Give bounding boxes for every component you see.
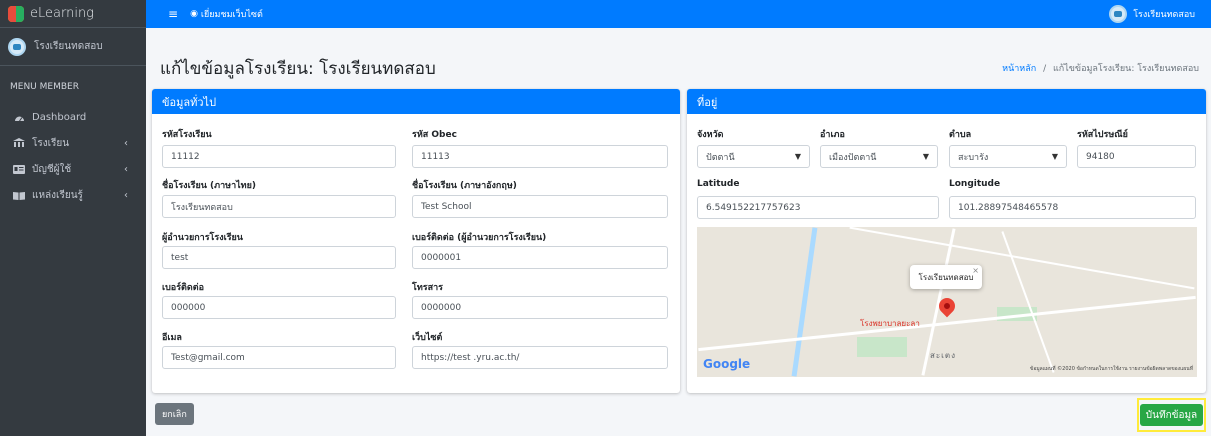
map-road [849, 227, 1195, 290]
latitude-input[interactable] [697, 196, 939, 219]
director-phone-label: เบอร์ติดต่อ (ผู้อำนวยการโรงเรียน) [412, 233, 547, 243]
sidebar-item-learning-resources[interactable]: แหล่งเรียนรู้ ‹ [0, 182, 146, 208]
province-label: จังหวัด [697, 130, 724, 140]
avatar [8, 37, 26, 56]
school-code-input[interactable] [162, 145, 396, 168]
obec-code-input[interactable] [412, 145, 668, 168]
brand[interactable]: eLearning [0, 0, 146, 28]
save-button-highlight: บันทึกข้อมูล [1137, 398, 1206, 432]
save-button[interactable]: บันทึกข้อมูล [1139, 404, 1204, 426]
province-value: ปัตตานี [706, 152, 735, 163]
view-site-label: เยี่ยมชมเว็บไซต์ [200, 10, 263, 20]
breadcrumb-current: แก้ไขข้อมูลโรงเรียน: โรงเรียนทดสอบ [1052, 64, 1199, 74]
director-label: ผู้อำนวยการโรงเรียน [162, 233, 243, 243]
website-input[interactable] [412, 346, 668, 369]
chevron-left-icon: ‹ [124, 137, 128, 149]
latitude-label: Latitude [697, 179, 740, 189]
topbar-user-name: โรงเรียนทดสอบ [1133, 10, 1195, 20]
close-icon[interactable]: × [972, 266, 979, 275]
user-card-icon [12, 164, 26, 174]
sidebar-item-user-accounts[interactable]: บัญชีผู้ใช้ ‹ [0, 156, 146, 182]
fax-label: โทรสาร [412, 283, 443, 293]
google-logo: Google [703, 357, 750, 371]
sidebar: eLearning โรงเรียนทดสอบ MENU MEMBER Dash… [0, 0, 146, 436]
map-road [1001, 231, 1055, 373]
breadcrumb-separator: / [1043, 64, 1047, 74]
longitude-label: Longitude [949, 179, 1001, 189]
director-input[interactable] [162, 246, 396, 269]
postcode-input[interactable] [1077, 145, 1196, 168]
school-icon [12, 138, 26, 148]
map-place-label: สะเตง [930, 351, 957, 360]
postcode-label: รหัสไปรษณีย์ [1077, 130, 1128, 140]
menu-header: MENU MEMBER [10, 82, 79, 92]
breadcrumb-home-link[interactable]: หน้าหลัก [1002, 64, 1036, 74]
sidebar-user-name: โรงเรียนทดสอบ [34, 41, 103, 52]
subdistrict-value: สะบารัง [958, 152, 989, 163]
view-site-link[interactable]: ◉ เยี่ยมชมเว็บไซต์ [190, 7, 263, 21]
map-popup: โรงเรียนทดสอบ × [910, 265, 982, 289]
sidebar-item-school[interactable]: โรงเรียน ‹ [0, 130, 146, 156]
subdistrict-label: ตำบล [949, 130, 972, 140]
page-title: แก้ไขข้อมูลโรงเรียน: โรงเรียนทดสอบ [160, 59, 436, 79]
chevron-down-icon: ▼ [922, 152, 929, 161]
name-en-label: ชื่อโรงเรียน (ภาษาอังกฤษ) [412, 181, 517, 191]
brand-logo-icon [8, 5, 24, 22]
address-heading: ที่อยู่ [687, 89, 1206, 114]
map-popup-label: โรงเรียนทดสอบ [918, 272, 974, 282]
sidebar-user-panel[interactable]: โรงเรียนทดสอบ [0, 28, 146, 66]
brand-name: eLearning [30, 6, 94, 21]
sidebar-item-label: แหล่งเรียนรู้ [32, 189, 83, 201]
chevron-left-icon: ‹ [124, 163, 128, 175]
name-th-input[interactable] [162, 195, 396, 218]
map-river [791, 227, 818, 377]
cancel-button[interactable]: ยกเลิก [155, 403, 194, 425]
sidebar-item-label: บัญชีผู้ใช้ [32, 163, 72, 175]
general-info-heading: ข้อมูลทั่วไป [152, 89, 680, 114]
school-code-label: รหัสโรงเรียน [162, 130, 212, 140]
email-field[interactable] [162, 346, 396, 369]
name-en-input[interactable] [412, 195, 668, 218]
address-card: ที่อยู่ จังหวัด ปัตตานี ▼ อำเภอ เมืองปัต… [687, 89, 1206, 393]
email-label: อีเมล [162, 333, 182, 343]
location-map[interactable]: โรงเรียนทดสอบ × โรงพยาบาลยะลา สะเตง Goog… [697, 227, 1197, 377]
chevron-down-icon: ▼ [794, 152, 801, 161]
topbar-user-menu[interactable]: โรงเรียนทดสอบ [1109, 5, 1195, 23]
fax-input[interactable] [412, 296, 668, 319]
general-info-card: ข้อมูลทั่วไป รหัสโรงเรียน รหัส Obec ชื่อ… [152, 89, 680, 393]
district-value: เมืองปัตตานี [829, 152, 877, 163]
topbar: ≡ ◉ เยี่ยมชมเว็บไซต์ โรงเรียนทดสอบ [146, 0, 1211, 28]
sidebar-item-label: Dashboard [32, 111, 87, 123]
hamburger-icon[interactable]: ≡ [168, 7, 178, 21]
longitude-input[interactable] [949, 196, 1196, 219]
avatar [1109, 5, 1128, 23]
breadcrumb: หน้าหลัก / แก้ไขข้อมูลโรงเรียน: โรงเรียน… [1002, 61, 1199, 75]
sidebar-item-dashboard[interactable]: Dashboard [0, 104, 146, 130]
dashboard-icon [12, 113, 26, 122]
phone-label: เบอร์ติดต่อ [162, 283, 204, 293]
obec-code-label: รหัส Obec [412, 130, 457, 140]
sidebar-item-label: โรงเรียน [32, 137, 70, 149]
map-poi-label: โรงพยาบาลยะลา [860, 319, 920, 328]
director-phone-input[interactable] [412, 246, 668, 269]
map-park [857, 337, 907, 357]
district-label: อำเภอ [820, 130, 845, 140]
district-select[interactable]: เมืองปัตตานี ▼ [820, 145, 938, 168]
book-icon [12, 191, 26, 200]
chevron-down-icon: ▼ [1051, 152, 1058, 161]
name-th-label: ชื่อโรงเรียน (ภาษาไทย) [162, 181, 256, 191]
chevron-left-icon: ‹ [124, 189, 128, 201]
phone-input[interactable] [162, 296, 396, 319]
website-label: เว็บไซต์ [412, 333, 443, 343]
eye-icon: ◉ [190, 9, 198, 19]
subdistrict-select[interactable]: สะบารัง ▼ [949, 145, 1067, 168]
province-select[interactable]: ปัตตานี ▼ [697, 145, 810, 168]
google-logo-text: Google [703, 357, 751, 371]
map-credit: ข้อมูลแผนที่ ©2020 ข้อกำหนดในการใช้งาน ร… [1029, 366, 1193, 372]
